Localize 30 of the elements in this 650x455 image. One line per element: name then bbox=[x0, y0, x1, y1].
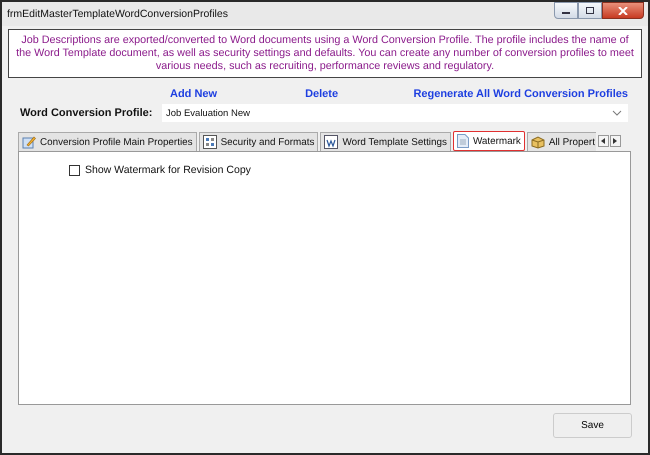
field-label: Word Conversion Profile: bbox=[20, 107, 150, 119]
checkbox-label: Show Watermark for Revision Copy bbox=[85, 164, 251, 176]
tab[interactable]: Conversion Profile Main Properties bbox=[18, 132, 197, 151]
pencil-icon bbox=[22, 135, 36, 149]
tab[interactable]: All Propert bbox=[526, 132, 596, 151]
tab[interactable]: Security and Formats bbox=[198, 132, 318, 151]
window-title: frmEditMasterTemplateWordConversionProfiles bbox=[7, 8, 228, 20]
profile-dropdown[interactable]: Job Evaluation New bbox=[162, 104, 628, 122]
triangle-left-icon bbox=[600, 138, 606, 144]
link[interactable]: Delete bbox=[305, 86, 338, 102]
maximize-icon bbox=[585, 6, 595, 14]
grid-icon bbox=[202, 135, 217, 149]
link[interactable]: Regenerate All Word Conversion Profiles bbox=[413, 86, 628, 102]
scroll-left-button[interactable] bbox=[598, 134, 609, 146]
checkbox[interactable] bbox=[69, 164, 80, 176]
description-text: Job Descriptions are exported/converted to Word documents using a Word Conversion Profile. The profile includes the name of the Word Template document, as well as security settings and defaults. You can create any number of conversion profiles to meet various needs, such as recruiting, performance reviews and regulatory. bbox=[8, 29, 642, 78]
document-icon bbox=[324, 135, 338, 149]
triangle-right-icon bbox=[612, 138, 618, 144]
chevron-down-icon bbox=[612, 110, 622, 116]
page-icon bbox=[456, 134, 469, 148]
save-button[interactable]: Save bbox=[553, 413, 632, 438]
tab[interactable]: Word Template Settings bbox=[320, 132, 451, 151]
minimize-button[interactable] bbox=[554, 2, 578, 19]
scroll-right-button[interactable] bbox=[610, 134, 621, 146]
tab[interactable]: Watermark bbox=[452, 131, 525, 151]
close-button[interactable] bbox=[602, 2, 644, 19]
box-icon bbox=[530, 135, 545, 149]
link[interactable]: Add New bbox=[170, 86, 218, 102]
maximize-button[interactable] bbox=[578, 2, 602, 19]
close-icon bbox=[618, 6, 628, 14]
